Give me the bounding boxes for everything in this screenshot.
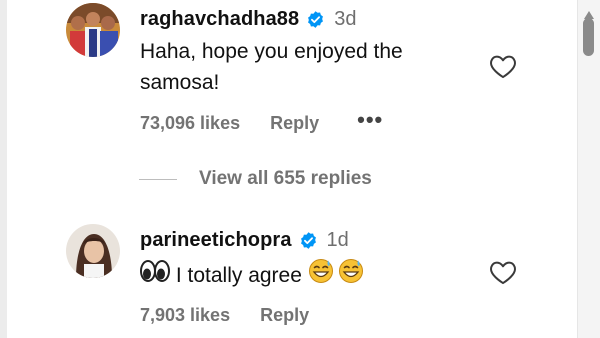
avatar[interactable] bbox=[66, 3, 120, 57]
comment-text-line: samosa! bbox=[140, 71, 220, 94]
comment-header: parineetichopra 1d bbox=[140, 229, 349, 252]
heart-outline-icon[interactable] bbox=[489, 53, 517, 79]
comment-text-line: Haha, hope you enjoyed the bbox=[140, 40, 403, 63]
left-edge-border bbox=[0, 0, 7, 338]
grinning-sweat-emoji-icon bbox=[338, 258, 364, 293]
comment-text: Haha, hope you enjoyed the samosa! bbox=[140, 36, 403, 98]
avatar-photo-portrait bbox=[66, 224, 120, 278]
view-replies-label: View all 655 replies bbox=[199, 168, 372, 189]
comments-panel: raghavchadha88 3d Haha, hope you enjoyed… bbox=[0, 0, 600, 338]
verified-badge-icon bbox=[299, 231, 318, 250]
comment-text: I totally agree bbox=[140, 258, 364, 293]
comment-age: 3d bbox=[334, 8, 357, 30]
scrollbar-thumb[interactable] bbox=[583, 18, 594, 56]
likes-count[interactable]: 7,903 likes bbox=[140, 305, 230, 326]
avatar[interactable] bbox=[66, 224, 120, 278]
vertical-scrollbar[interactable] bbox=[577, 0, 600, 338]
view-replies-button[interactable]: View all 655 replies bbox=[139, 168, 372, 190]
reply-button[interactable]: Reply bbox=[260, 305, 309, 326]
more-options-button[interactable]: ••• bbox=[357, 108, 383, 133]
verified-badge-icon bbox=[306, 10, 325, 29]
comment-age: 1d bbox=[326, 229, 349, 251]
likes-count[interactable]: 73,096 likes bbox=[140, 113, 240, 134]
comment-meta: 73,096 likes Reply ••• bbox=[140, 108, 383, 134]
avatar-photo-group bbox=[66, 3, 120, 57]
grinning-sweat-emoji-icon bbox=[308, 258, 334, 293]
comment-text-line: I totally agree bbox=[170, 264, 308, 287]
eyes-emoji-icon bbox=[140, 259, 170, 292]
username[interactable]: raghavchadha88 bbox=[140, 8, 299, 31]
comment-header: raghavchadha88 3d bbox=[140, 8, 357, 31]
reply-button[interactable]: Reply bbox=[270, 113, 319, 134]
comment-meta: 7,903 likes Reply bbox=[140, 305, 309, 326]
heart-outline-icon[interactable] bbox=[489, 259, 517, 285]
username[interactable]: parineetichopra bbox=[140, 229, 292, 252]
replies-divider-line bbox=[139, 178, 177, 180]
scroll-up-arrow-icon[interactable] bbox=[584, 6, 594, 19]
